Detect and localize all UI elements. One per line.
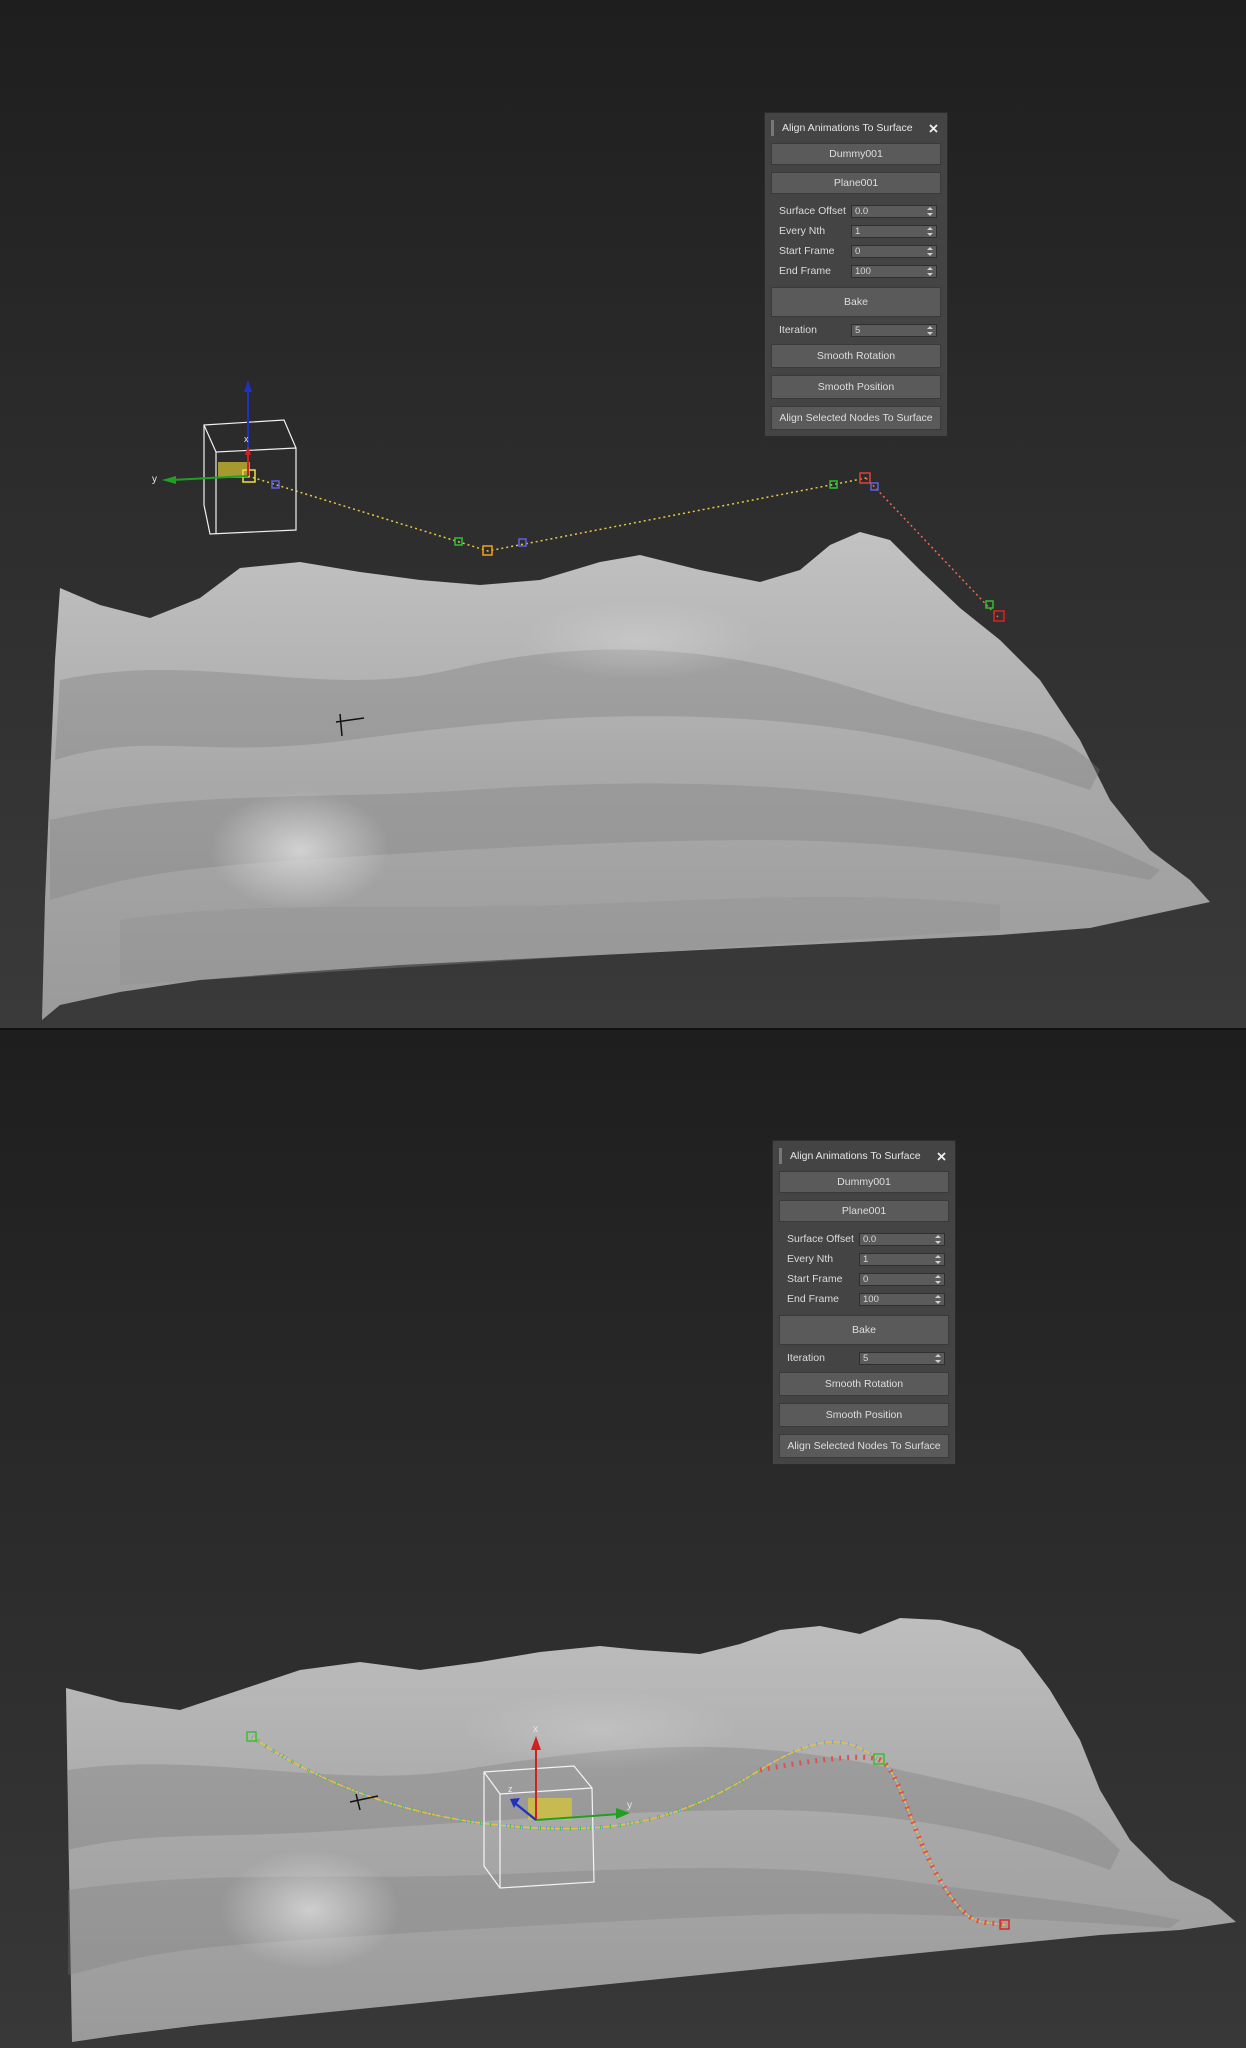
- iteration-spinner[interactable]: [851, 323, 937, 337]
- every-nth-label: Every Nth: [779, 225, 826, 237]
- panel-title: Align Animations To Surface: [782, 122, 913, 134]
- iteration-row: Iteration: [779, 1348, 949, 1368]
- smooth-rotation-button[interactable]: Smooth Rotation: [771, 344, 941, 368]
- every-nth-row: Every Nth: [771, 221, 941, 241]
- bake-button[interactable]: Bake: [771, 287, 941, 317]
- start-frame-label: Start Frame: [779, 245, 835, 257]
- start-frame-row: Start Frame: [779, 1269, 949, 1289]
- viewport-after[interactable]: x y z Align Animations To Surface Dummy0…: [0, 1030, 1246, 2048]
- every-nth-input[interactable]: [860, 1253, 935, 1265]
- surface-offset-input[interactable]: [860, 1233, 935, 1245]
- spinner-arrows-icon[interactable]: [934, 1274, 942, 1285]
- align-nodes-button[interactable]: Align Selected Nodes To Surface: [771, 406, 941, 430]
- spinner-arrows-icon[interactable]: [934, 1234, 942, 1245]
- align-nodes-button[interactable]: Align Selected Nodes To Surface: [779, 1434, 949, 1458]
- every-nth-spinner[interactable]: [859, 1252, 945, 1266]
- start-frame-label: Start Frame: [787, 1273, 843, 1285]
- panel-titlebar[interactable]: Align Animations To Surface: [771, 113, 941, 143]
- bake-button[interactable]: Bake: [779, 1315, 949, 1345]
- start-frame-input[interactable]: [860, 1273, 935, 1285]
- panel-title: Align Animations To Surface: [790, 1150, 921, 1162]
- start-frame-input[interactable]: [852, 245, 927, 257]
- spinner-arrows-icon[interactable]: [926, 226, 934, 237]
- iteration-input[interactable]: [852, 324, 927, 336]
- start-frame-spinner[interactable]: [859, 1272, 945, 1286]
- end-frame-spinner[interactable]: [851, 264, 937, 278]
- start-frame-row: Start Frame: [771, 241, 941, 261]
- drag-handle[interactable]: [771, 120, 774, 136]
- end-frame-spinner[interactable]: [859, 1292, 945, 1306]
- spinner-arrows-icon[interactable]: [934, 1254, 942, 1265]
- align-tool-panel: Align Animations To Surface Dummy001 Pla…: [764, 112, 948, 437]
- surface-offset-spinner[interactable]: [859, 1232, 945, 1246]
- start-frame-spinner[interactable]: [851, 244, 937, 258]
- surface-offset-label: Surface Offset: [779, 205, 846, 217]
- iteration-label: Iteration: [787, 1352, 825, 1364]
- surface-offset-row: Surface Offset: [771, 201, 941, 221]
- spinner-arrows-icon[interactable]: [926, 325, 934, 336]
- spinner-arrows-icon[interactable]: [926, 266, 934, 277]
- scene-before: y x: [42, 380, 1210, 1020]
- spinner-arrows-icon[interactable]: [934, 1294, 942, 1305]
- gizmo-label-x: x: [533, 1724, 538, 1735]
- scene-after: x y z: [66, 1618, 1236, 2042]
- drag-handle[interactable]: [779, 1148, 782, 1164]
- surface-offset-spinner[interactable]: [851, 204, 937, 218]
- every-nth-label: Every Nth: [787, 1253, 834, 1265]
- end-frame-input[interactable]: [860, 1293, 935, 1305]
- gizmo-label-y: y: [627, 1800, 632, 1811]
- end-frame-input[interactable]: [852, 265, 927, 277]
- iteration-row: Iteration: [771, 320, 941, 340]
- iteration-input[interactable]: [860, 1352, 935, 1364]
- end-frame-row: End Frame: [779, 1289, 949, 1309]
- end-frame-label: End Frame: [787, 1293, 839, 1305]
- pick-source-button[interactable]: Dummy001: [779, 1171, 949, 1193]
- pick-source-button[interactable]: Dummy001: [771, 143, 941, 165]
- pick-surface-button[interactable]: Plane001: [771, 172, 941, 194]
- smooth-position-button[interactable]: Smooth Position: [771, 375, 941, 399]
- smooth-position-button[interactable]: Smooth Position: [779, 1403, 949, 1427]
- viewport-before[interactable]: y x Align Animations To Surface Dummy001…: [0, 0, 1246, 1030]
- iteration-spinner[interactable]: [859, 1351, 945, 1365]
- surface-offset-row: Surface Offset: [779, 1229, 949, 1249]
- panel-titlebar[interactable]: Align Animations To Surface: [779, 1141, 949, 1171]
- pick-surface-button[interactable]: Plane001: [779, 1200, 949, 1222]
- surface-offset-input[interactable]: [852, 205, 927, 217]
- end-frame-label: End Frame: [779, 265, 831, 277]
- smooth-rotation-button[interactable]: Smooth Rotation: [779, 1372, 949, 1396]
- iteration-label: Iteration: [779, 324, 817, 336]
- gizmo-label-z: z: [508, 1784, 513, 1794]
- every-nth-row: Every Nth: [779, 1249, 949, 1269]
- every-nth-spinner[interactable]: [851, 224, 937, 238]
- spinner-arrows-icon[interactable]: [926, 206, 934, 217]
- close-icon[interactable]: [933, 1148, 949, 1164]
- spinner-arrows-icon[interactable]: [934, 1353, 942, 1364]
- gizmo-label-x: x: [244, 434, 249, 444]
- gizmo-label-y: y: [152, 474, 157, 485]
- spinner-arrows-icon[interactable]: [926, 246, 934, 257]
- align-tool-panel: Align Animations To Surface Dummy001 Pla…: [772, 1140, 956, 1465]
- surface-offset-label: Surface Offset: [787, 1233, 854, 1245]
- end-frame-row: End Frame: [771, 261, 941, 281]
- every-nth-input[interactable]: [852, 225, 927, 237]
- close-icon[interactable]: [925, 120, 941, 136]
